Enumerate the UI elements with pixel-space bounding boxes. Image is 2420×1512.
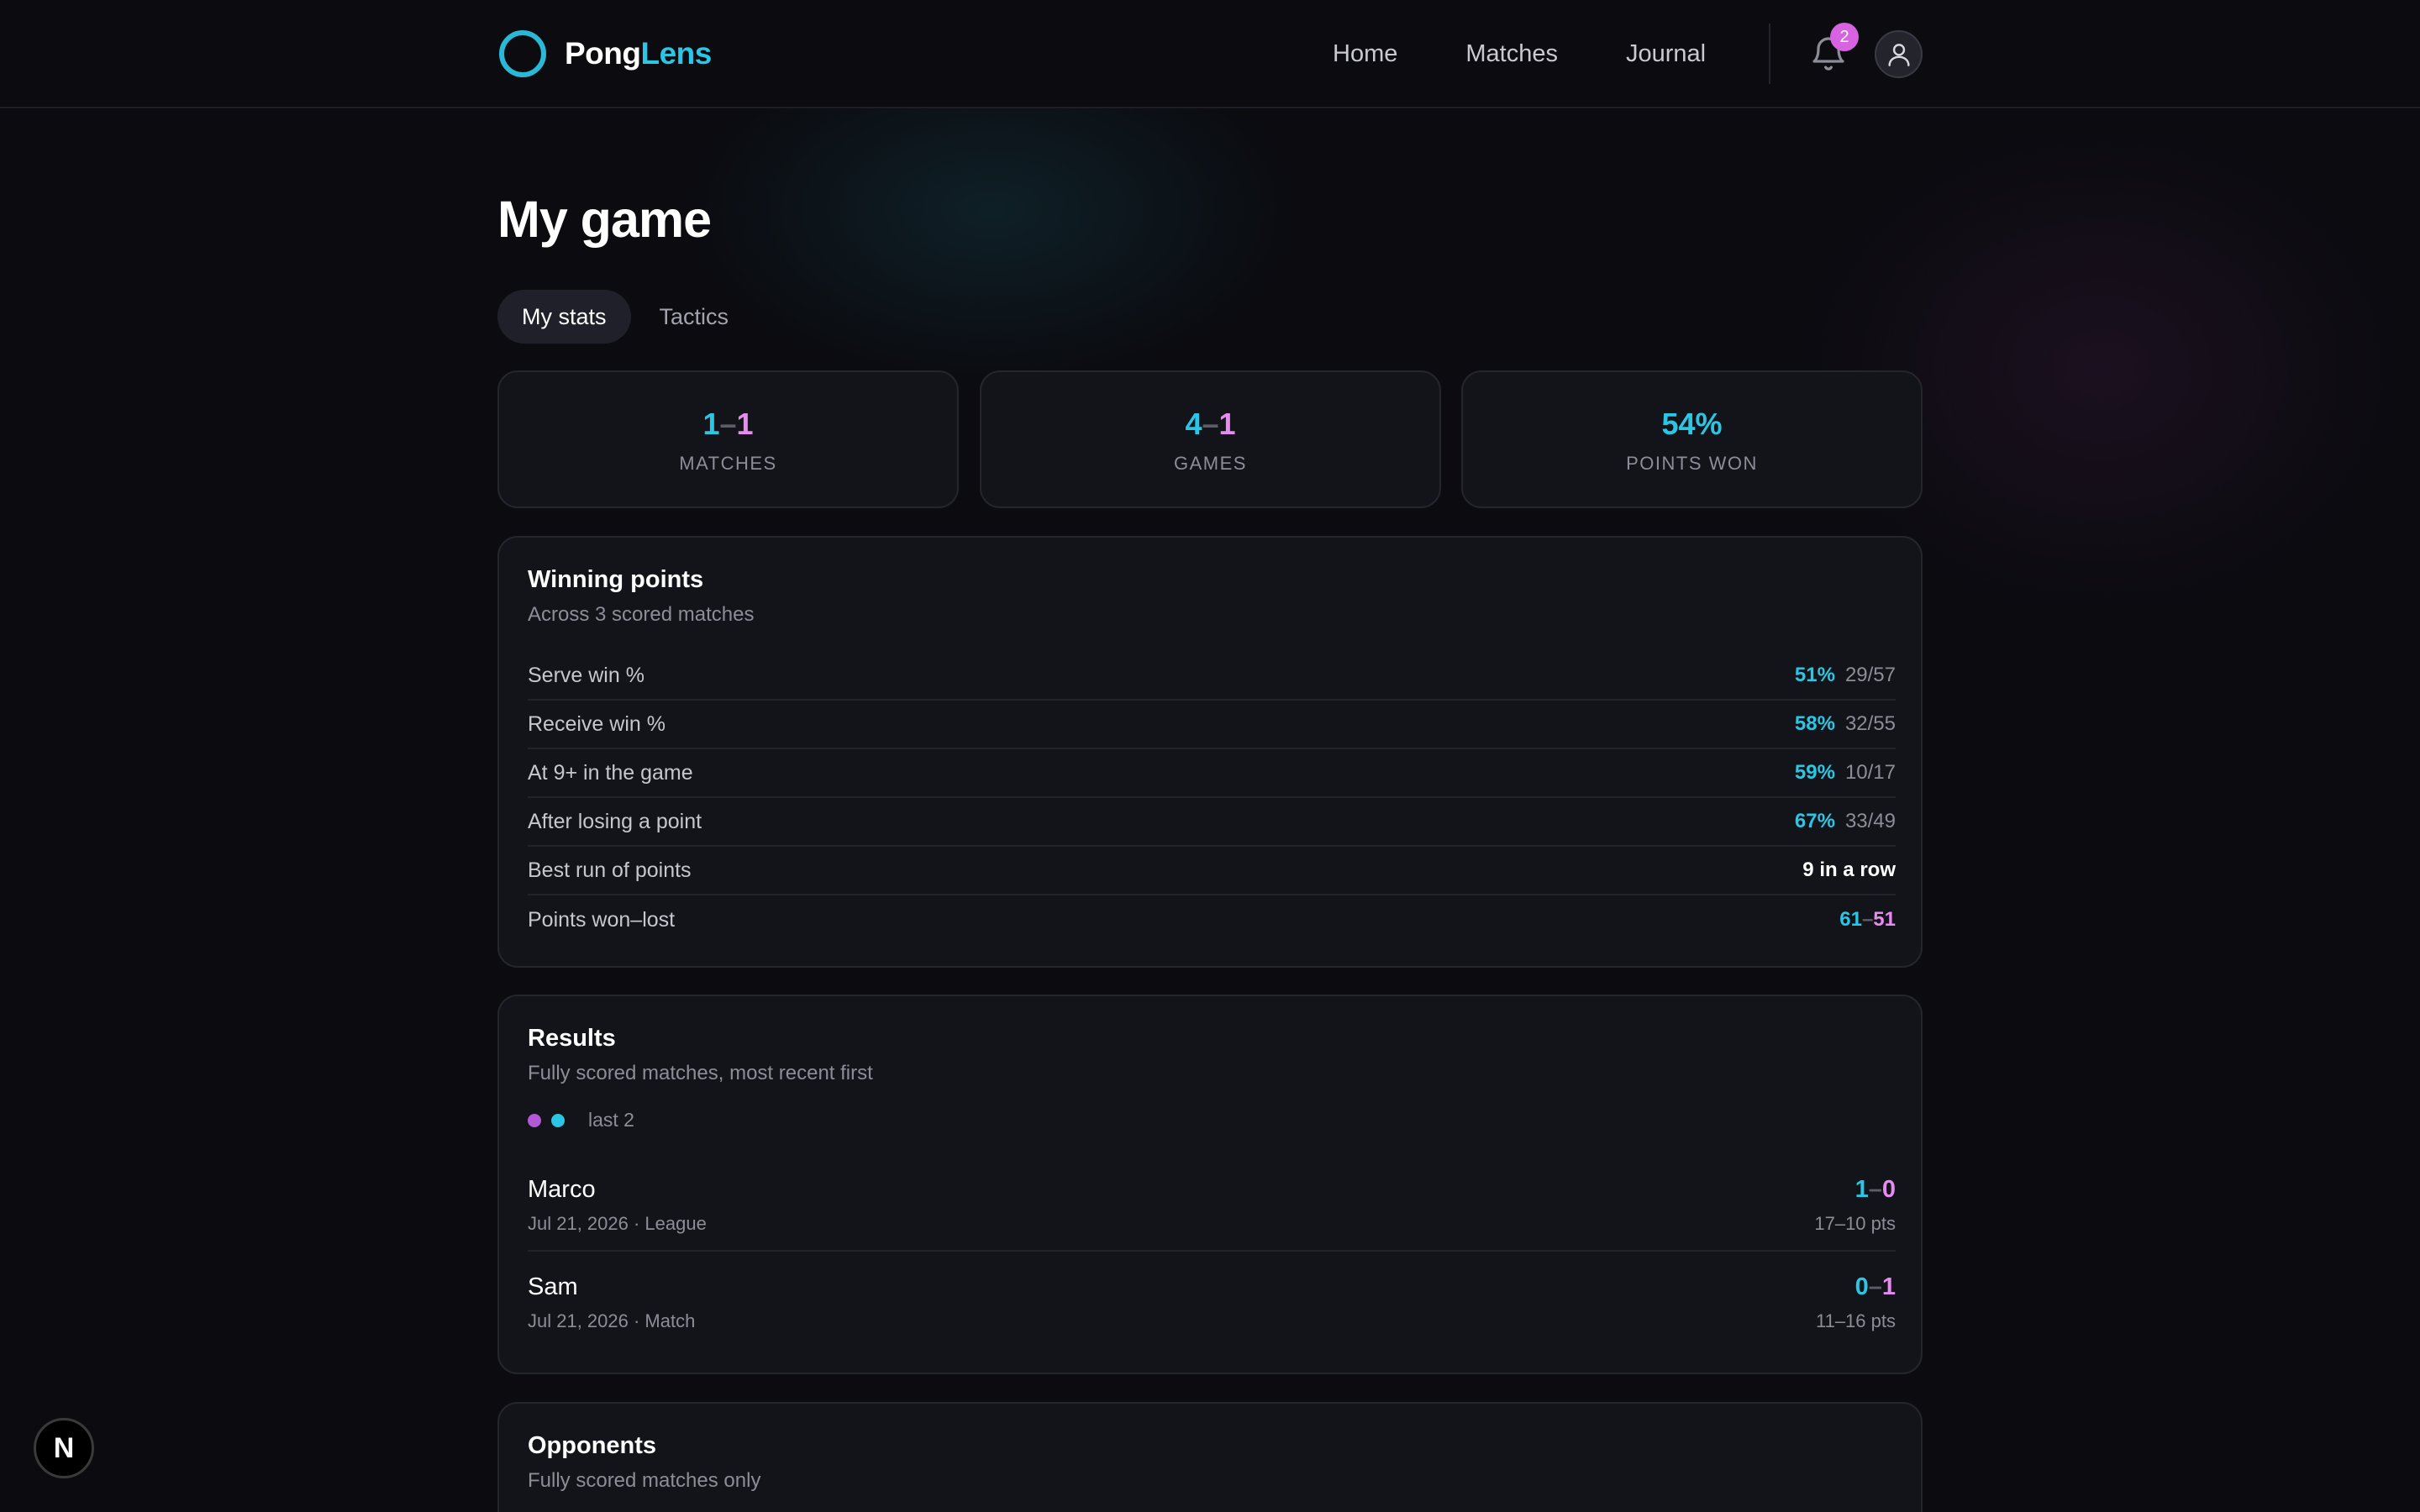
nav-journal-link[interactable]: Journal (1626, 37, 1706, 71)
points-won-label: POINTS WON (1626, 453, 1758, 474)
score-right: 1 (1881, 1273, 1896, 1300)
result-row[interactable]: Sam Jul 21, 2026 · Match 0–1 11–16 pts (528, 1273, 1896, 1357)
points-lost: 51 (1873, 908, 1896, 931)
stat-row-label: Receive win % (528, 711, 666, 736)
matches-record: 1–1 (499, 404, 957, 444)
results-panel: Results Fully scored matches, most recen… (497, 995, 1923, 1374)
stat-row-best-run: Best run of points 9 in a row (528, 847, 1896, 895)
stat-row-points-won-lost: Points won–lost 61–51 (528, 895, 1896, 944)
match-score: 1–0 (1855, 1176, 1896, 1204)
points-won-value: 54% (1661, 407, 1723, 441)
notifications-count-badge: 2 (1830, 23, 1859, 51)
results-form-legend: last 2 (528, 1109, 634, 1131)
opponents-panel: Opponents Fully scored matches only (497, 1402, 1923, 1512)
summary-card-points-won: 54% POINTS WON (1461, 370, 1923, 508)
match-points: 11–16 pts (1815, 1310, 1896, 1331)
stat-row-label: After losing a point (528, 809, 702, 833)
top-navbar: PongLens Home Matches Journal 2 (0, 0, 2420, 108)
brand-name: PongLens (565, 36, 712, 71)
win-dot (551, 1113, 565, 1127)
tab-my-stats[interactable]: My stats (497, 290, 631, 344)
result-row[interactable]: Marco Jul 21, 2026 · League 1–0 17–10 pt… (528, 1176, 1896, 1260)
stat-row-fraction: 33/49 (1844, 810, 1896, 832)
matches-won: 1 (702, 407, 720, 441)
stat-row-fraction: 10/17 (1844, 761, 1896, 784)
panel-title: Results (528, 1025, 616, 1052)
panel-title: Opponents (528, 1432, 657, 1459)
nav-home-link[interactable]: Home (1333, 37, 1397, 71)
panel-subtitle: Across 3 scored matches (528, 603, 755, 626)
games-lost: 1 (1218, 407, 1236, 441)
stat-row-serve-win: Serve win % 51% 29/57 (528, 652, 1896, 701)
main-nav: Home Matches Journal (1333, 37, 1774, 71)
divider (528, 1250, 1896, 1252)
record-separator: – (1868, 1273, 1882, 1300)
matches-lost: 1 (736, 407, 754, 441)
brand-logo[interactable]: PongLens (499, 29, 712, 79)
games-record: 4–1 (981, 404, 1439, 444)
record-separator: – (719, 407, 737, 441)
nav-divider (1769, 24, 1770, 84)
stat-row-at-9-plus: At 9+ in the game 59% 10/17 (528, 749, 1896, 798)
stats-tabs: My stats Tactics (497, 290, 753, 344)
match-score: 0–1 (1855, 1273, 1896, 1301)
record-separator: – (1868, 1176, 1882, 1203)
stat-row-percent: 58% (1794, 712, 1835, 735)
games-won: 4 (1185, 407, 1202, 441)
match-points: 17–10 pts (1814, 1213, 1896, 1234)
brand-name-part2: Lens (640, 36, 712, 71)
stat-row-label: Best run of points (528, 858, 692, 882)
opponent-name: Sam (528, 1273, 578, 1300)
record-separator: – (1202, 407, 1219, 441)
opponent-name: Marco (528, 1176, 596, 1203)
points-won: 61 (1839, 908, 1862, 931)
match-meta: Jul 21, 2026 · Match (528, 1310, 696, 1331)
record-separator: – (1861, 908, 1874, 931)
score-right: 0 (1881, 1176, 1896, 1203)
tab-tactics[interactable]: Tactics (635, 290, 754, 344)
stat-row-percent: 67% (1794, 810, 1835, 832)
panel-title: Winning points (528, 566, 704, 593)
nav-matches-link[interactable]: Matches (1465, 37, 1558, 71)
user-icon (1887, 43, 1910, 66)
score-left: 0 (1854, 1273, 1869, 1300)
matches-label: MATCHES (679, 453, 777, 474)
stat-row-fraction: 29/57 (1844, 664, 1896, 686)
winning-points-panel: Winning points Across 3 scored matches S… (497, 536, 1923, 968)
stat-row-percent: 59% (1794, 761, 1835, 784)
brand-name-part1: Pong (565, 36, 641, 71)
winning-points-list: Serve win % 51% 29/57 Receive win % 58% 32… (528, 652, 1896, 944)
stat-row-after-losing-point: After losing a point 67% 33/49 (528, 798, 1896, 847)
stat-row-value: 9 in a row (1802, 858, 1896, 881)
dev-tools-n-icon[interactable]: N (34, 1418, 94, 1478)
stat-row-label: Points won–lost (528, 907, 676, 932)
panel-subtitle: Fully scored matches, most recent first (528, 1062, 873, 1084)
page-title: My game (497, 191, 712, 248)
games-label: GAMES (1174, 453, 1247, 474)
stat-row-receive-win: Receive win % 58% 32/55 (528, 701, 1896, 749)
stat-row-percent: 51% (1794, 664, 1835, 686)
summary-card-matches: 1–1 MATCHES (497, 370, 959, 508)
match-meta: Jul 21, 2026 · League (528, 1213, 707, 1234)
stat-row-fraction: 32/55 (1844, 712, 1896, 735)
stat-row-label: Serve win % (528, 663, 644, 687)
panel-subtitle: Fully scored matches only (528, 1469, 761, 1492)
logo-ring-icon (499, 30, 546, 77)
legend-text: last 2 (588, 1109, 634, 1131)
score-left: 1 (1854, 1176, 1869, 1203)
loss-dot (528, 1113, 541, 1127)
stat-row-label: At 9+ in the game (528, 760, 693, 785)
summary-card-games: 4–1 GAMES (980, 370, 1441, 508)
user-avatar-button[interactable] (1875, 30, 1923, 78)
